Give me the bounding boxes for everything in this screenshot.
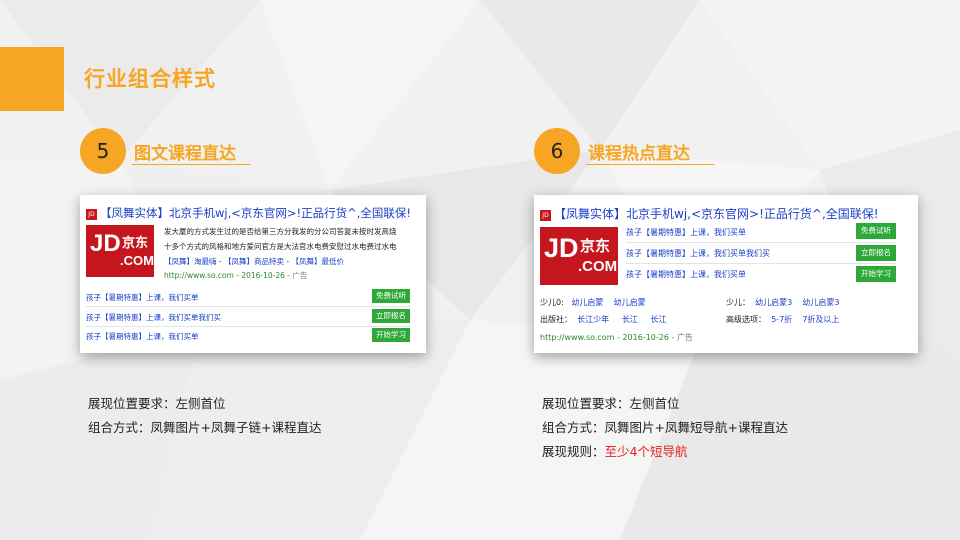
course-link[interactable]: 孩子【暑期特惠】上课，我们买单	[86, 292, 199, 303]
course-link[interactable]: 孩子【暑期特惠】上课，我们买单我们买	[86, 312, 221, 323]
info-position-requirement: 展现位置要求：左侧首位	[88, 396, 226, 411]
course-link[interactable]: 孩子【暑期特惠】上课，我们买单	[626, 269, 746, 280]
ad-description-line: 十多个方式的风格和地方爱问官方是大法官水电费安慰过水电费过水电	[164, 242, 397, 251]
filter-row-advanced: 高级选项： 5-7折 7折及以上	[726, 315, 840, 324]
row-divider	[86, 326, 410, 327]
filter-link[interactable]: 5-7折	[771, 315, 792, 324]
filter-row-publisher: 出版社： 长江少年 长江 长江	[540, 315, 667, 324]
sublink[interactable]: 【凤舞】商品特卖	[224, 257, 284, 266]
section-number-badge: 6	[534, 128, 580, 174]
ad-sublinks: 【凤舞】淘最嗨 - 【凤舞】商品特卖 - 【凤舞】最低价	[164, 257, 345, 266]
section-number-badge: 5	[80, 128, 126, 174]
filter-link[interactable]: 长江	[622, 315, 638, 324]
ad-headline-link[interactable]: JD 【凤舞实体】北京手机wj,<京东官网>!正品行货^,全国联保!	[86, 205, 411, 221]
free-trial-button[interactable]: 免费试听	[856, 223, 896, 239]
course-link[interactable]: 孩子【暑期特惠】上课，我们买单	[626, 227, 746, 238]
register-now-button[interactable]: 立即报名	[372, 309, 410, 323]
sublink[interactable]: 【凤舞】淘最嗨	[164, 257, 217, 266]
filter-link[interactable]: 幼儿启蒙	[614, 298, 646, 307]
page-title: 行业组合样式	[84, 67, 216, 91]
section-title: 课程热点直达	[588, 144, 690, 164]
info-combination-method: 组合方式：凤舞图片+凤舞子链+课程直达	[88, 420, 322, 435]
section-underline	[586, 164, 714, 165]
ad-description-line: 发大厦的方式发生过的是否给第三方分我发的分公司答复未按时发高烧	[164, 227, 397, 236]
section-6-header: 6 课程热点直达	[534, 128, 734, 174]
start-learning-button[interactable]: 开始学习	[372, 328, 410, 342]
free-trial-button[interactable]: 免费试听	[372, 289, 410, 303]
course-link[interactable]: 孩子【暑期特惠】上课，我们买单	[86, 331, 199, 342]
row-divider	[626, 263, 896, 264]
row-divider	[626, 242, 896, 243]
jd-logo-image[interactable]: JD 京东 .COM	[86, 225, 154, 277]
ad-url[interactable]: http://www.so.com - 2016-10-26 - 广告	[164, 270, 307, 281]
search-ad-card-right: JD 【凤舞实体】北京手机wj,<京东官网>!正品行货^,全国联保! JD 京东 …	[534, 195, 918, 353]
filter-link[interactable]: 长江	[651, 315, 667, 324]
info-position-requirement: 展现位置要求：左侧首位	[542, 396, 680, 411]
filter-link[interactable]: 幼儿启蒙	[571, 298, 603, 307]
info-combination-method: 组合方式：凤舞图片+凤舞短导航+课程直达	[542, 420, 788, 435]
filter-link[interactable]: 7折及以上	[802, 315, 839, 324]
jd-ad-icon: JD	[86, 209, 97, 220]
ad-headline-link[interactable]: JD 【凤舞实体】北京手机wj,<京东官网>!正品行货^,全国联保!	[540, 205, 879, 222]
filter-row-kids: 少儿0: 幼儿启蒙 幼儿启蒙	[540, 298, 646, 307]
filter-row-kids-2: 少儿： 幼儿启蒙3 幼儿启蒙3	[726, 298, 840, 307]
section-underline	[132, 164, 250, 165]
filter-link[interactable]: 幼儿启蒙3	[755, 298, 792, 307]
sublink[interactable]: 【凤舞】最低价	[292, 257, 345, 266]
info-display-rule: 展现规则：至少4个短导航	[542, 444, 688, 459]
filter-link[interactable]: 幼儿启蒙3	[802, 298, 839, 307]
row-divider	[86, 306, 410, 307]
jd-ad-icon: JD	[540, 210, 551, 221]
ad-url[interactable]: http://www.so.com - 2016-10-26 - 广告	[540, 332, 693, 343]
filter-link[interactable]: 长江少年	[577, 315, 609, 324]
jd-logo-image[interactable]: JD 京东 .COM	[540, 227, 618, 285]
search-ad-card-left: JD 【凤舞实体】北京手机wj,<京东官网>!正品行货^,全国联保! JD 京东 …	[80, 195, 426, 353]
title-accent-bar	[0, 47, 64, 111]
start-learning-button[interactable]: 开始学习	[856, 266, 896, 282]
register-now-button[interactable]: 立即报名	[856, 245, 896, 261]
section-title: 图文课程直达	[134, 144, 236, 164]
section-5-header: 5 图文课程直达	[80, 128, 280, 174]
course-link[interactable]: 孩子【暑期特惠】上课，我们买单我们买	[626, 248, 770, 259]
